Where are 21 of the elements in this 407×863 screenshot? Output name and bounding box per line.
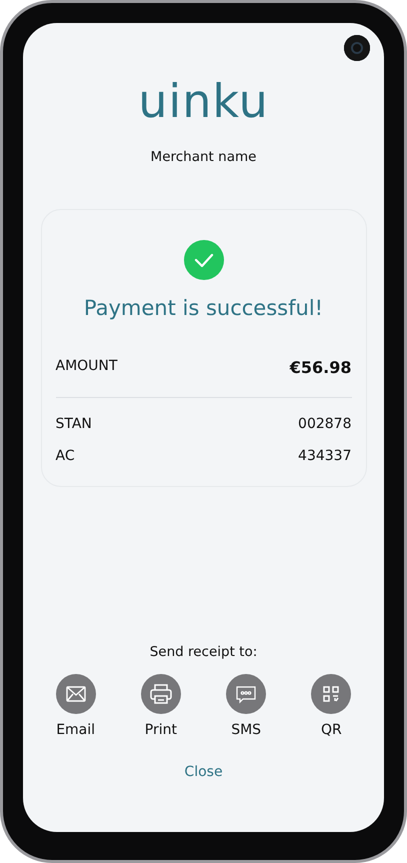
close-link[interactable]: Close <box>184 764 223 780</box>
receipt-heading: Send receipt to: <box>150 644 258 660</box>
amount-label: AMOUNT <box>56 358 118 376</box>
print-receipt-button[interactable]: Print <box>126 674 196 738</box>
detail-value: 002878 <box>298 416 352 432</box>
camera-icon <box>344 35 370 61</box>
sms-receipt-button[interactable]: SMS <box>211 674 282 738</box>
check-icon <box>184 240 224 280</box>
amount-value: €56.98 <box>290 358 352 377</box>
envelope-icon <box>56 674 96 714</box>
qr-receipt-button[interactable]: QR <box>296 674 366 738</box>
detail-value: 434337 <box>298 448 352 464</box>
detail-label: STAN <box>56 416 92 432</box>
status-title: Payment is successful! <box>84 296 324 320</box>
chat-bubble-icon <box>226 674 266 714</box>
detail-label: AC <box>56 448 75 464</box>
merchant-name: Merchant name <box>150 149 256 165</box>
qr-code-icon <box>311 674 352 714</box>
printer-icon <box>140 674 181 714</box>
logo: uinku <box>138 75 269 127</box>
email-receipt-button[interactable]: Email <box>40 674 111 738</box>
